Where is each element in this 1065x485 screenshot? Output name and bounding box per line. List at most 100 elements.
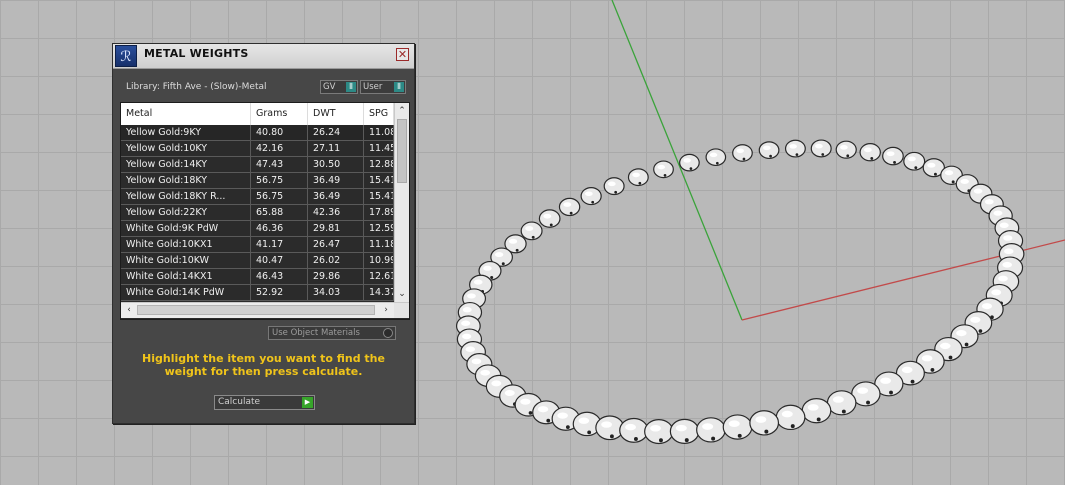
- cell-spg: 17.89: [364, 205, 394, 220]
- bead-highlight: [480, 369, 491, 376]
- bead-highlight: [625, 423, 636, 431]
- bracelet-bead: [882, 146, 904, 166]
- bead-tip: [549, 223, 553, 227]
- bead-highlight: [927, 162, 936, 168]
- bead-highlight: [525, 226, 534, 231]
- bead-highlight: [944, 170, 954, 176]
- cell-metal: White Gold:10KX1: [121, 237, 251, 252]
- cell-spg: 12.61: [364, 269, 394, 284]
- cell-metal: Yellow Gold:18KY R...: [121, 189, 251, 204]
- table-row[interactable]: Yellow Gold:9KY 40.80 26.24 11.08: [121, 125, 394, 141]
- bead-highlight: [832, 396, 844, 403]
- column-header-grams[interactable]: Grams: [251, 103, 308, 125]
- bead-highlight: [709, 152, 718, 158]
- bead-highlight: [483, 265, 492, 271]
- table-row[interactable]: Yellow Gold:18KY 56.75 36.49 15.41: [121, 173, 394, 189]
- bead-tip: [914, 166, 918, 170]
- bead-tip: [846, 154, 850, 158]
- cell-metal: Yellow Gold:22KY: [121, 205, 251, 220]
- bead-tip: [933, 172, 937, 176]
- cell-metal: Yellow Gold:14KY: [121, 157, 251, 172]
- app-logo-icon: ℛ: [115, 45, 137, 67]
- table-row[interactable]: Yellow Gold:10KY 42.16 27.11 11.45: [121, 141, 394, 157]
- cell-grams: 40.80: [251, 125, 308, 140]
- table-row[interactable]: White Gold:14K PdW 52.92 34.03 14.37: [121, 285, 394, 301]
- bead-tip: [528, 411, 533, 415]
- gv-dropdown-value: GV: [323, 82, 336, 92]
- bead-tip: [591, 200, 595, 204]
- bead-highlight: [907, 156, 916, 162]
- bead-tip: [546, 418, 551, 423]
- cell-spg: 11.08: [364, 125, 394, 140]
- bracelet-bead: [580, 186, 602, 206]
- bead-tip: [978, 329, 983, 333]
- cell-spg: 15.41: [364, 189, 394, 204]
- horizontal-scrollbar[interactable]: ‹ ›: [121, 302, 409, 318]
- cell-dwt: 29.86: [308, 269, 364, 284]
- table-row[interactable]: White Gold:9K PdW 46.36 29.81 12.59: [121, 221, 394, 237]
- bracelet-bead: [538, 209, 561, 228]
- bead-highlight: [763, 145, 771, 151]
- table-row[interactable]: Yellow Gold:18KY R... 56.75 36.49 15.41: [121, 189, 394, 205]
- scroll-down-icon[interactable]: ⌄: [395, 287, 409, 301]
- cell-spg: 11.18: [364, 237, 394, 252]
- cell-dwt: 27.11: [308, 141, 364, 156]
- bracelet-bead: [775, 404, 806, 431]
- cell-spg: 14.37: [364, 285, 394, 300]
- bead-tip: [633, 437, 638, 441]
- cell-grams: 46.43: [251, 269, 308, 284]
- scroll-thumb[interactable]: [397, 119, 407, 183]
- scroll-thumb[interactable]: [137, 305, 375, 315]
- table-row[interactable]: Yellow Gold:22KY 65.88 42.36 17.89: [121, 205, 394, 221]
- cell-metal: White Gold:14K PdW: [121, 285, 251, 300]
- bead-highlight: [462, 333, 472, 340]
- bead-highlight: [601, 421, 612, 428]
- scroll-corner: [394, 303, 409, 318]
- metal-weights-dialog: ℛ METAL WEIGHTS ✕ Library: Fifth Ave - (…: [112, 43, 415, 424]
- cell-grams: 56.75: [251, 189, 308, 204]
- gv-dropdown[interactable]: GV ⦀: [320, 80, 358, 94]
- column-header-spg[interactable]: SPG: [364, 103, 394, 125]
- bead-tip: [737, 433, 742, 438]
- bead-tip: [659, 438, 663, 443]
- scroll-right-icon[interactable]: ›: [379, 303, 393, 318]
- bead-highlight: [473, 279, 483, 285]
- cell-dwt: 42.36: [308, 205, 364, 220]
- table-row[interactable]: White Gold:10KW 40.47 26.02 10.99: [121, 253, 394, 269]
- bead-highlight: [807, 404, 819, 411]
- table-row[interactable]: Yellow Gold:14KY 47.43 30.50 12.88: [121, 157, 394, 173]
- cell-grams: 40.47: [251, 253, 308, 268]
- bead-tip: [711, 436, 716, 441]
- bead-highlight: [970, 316, 981, 323]
- bracelet-bead: [810, 139, 832, 158]
- instruction-text: Highlight the item you want to find the …: [142, 352, 385, 378]
- scroll-up-icon[interactable]: ⌃: [395, 104, 409, 118]
- bead-tip: [565, 425, 570, 430]
- close-icon[interactable]: ✕: [396, 48, 409, 61]
- bead-highlight: [991, 289, 1002, 296]
- bead-tip: [870, 157, 874, 160]
- vertical-scrollbar[interactable]: ⌃ ⌄: [394, 103, 409, 302]
- bead-highlight: [1002, 261, 1012, 268]
- bracelet-bead: [826, 390, 857, 416]
- bead-tip: [910, 379, 915, 384]
- use-object-materials-toggle[interactable]: Use Object Materials: [268, 326, 396, 340]
- user-dropdown[interactable]: User ⦀: [360, 80, 406, 94]
- bracelet-bead: [784, 139, 806, 158]
- calculate-label: Calculate: [218, 397, 261, 407]
- bead-highlight: [781, 410, 793, 418]
- cell-grams: 47.43: [251, 157, 308, 172]
- radio-icon[interactable]: [383, 328, 393, 338]
- bead-highlight: [857, 387, 869, 394]
- calculate-button[interactable]: Calculate ▶: [214, 395, 315, 410]
- column-header-metal[interactable]: Metal: [121, 103, 251, 125]
- bracelet-bead: [669, 418, 700, 445]
- bracelet-bead: [619, 417, 649, 443]
- table-row[interactable]: White Gold:14KX1 46.43 29.86 12.61: [121, 269, 394, 285]
- bead-highlight: [563, 202, 572, 207]
- cell-dwt: 26.47: [308, 237, 364, 252]
- table-row[interactable]: White Gold:10KX1 41.17 26.47 11.18: [121, 237, 394, 253]
- column-header-dwt[interactable]: DWT: [308, 103, 364, 125]
- scroll-left-icon[interactable]: ‹: [122, 303, 136, 318]
- title-bar[interactable]: ℛ METAL WEIGHTS ✕: [113, 44, 414, 69]
